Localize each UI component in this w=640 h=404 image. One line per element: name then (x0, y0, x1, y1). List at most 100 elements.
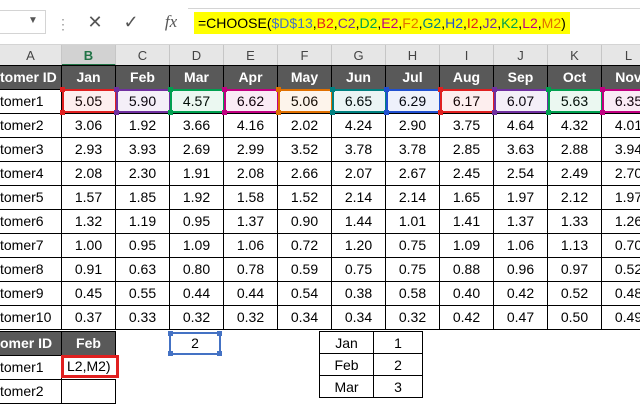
data-cell[interactable]: 1.58 (223, 185, 278, 210)
table-header-month[interactable]: Sep (493, 65, 548, 90)
data-cell[interactable]: 3.94 (601, 137, 640, 162)
month-number-cell[interactable]: 1 (373, 331, 423, 354)
data-cell[interactable]: 3.78 (331, 137, 386, 162)
data-cell[interactable]: 1.65 (439, 185, 494, 210)
data-cell[interactable]: 1.92 (169, 185, 224, 210)
data-cell[interactable]: 2.54 (493, 161, 548, 186)
data-cell[interactable]: 3.66 (169, 113, 224, 138)
data-cell[interactable]: 2.14 (385, 185, 440, 210)
table-header-month[interactable]: Mar (169, 65, 224, 90)
data-cell[interactable]: 0.44 (223, 281, 278, 306)
month-index-cell[interactable]: 2 (168, 331, 222, 356)
data-cell[interactable]: 1.01 (385, 209, 440, 234)
data-cell[interactable]: 2.85 (439, 137, 494, 162)
data-cell[interactable]: 6.35 (601, 89, 640, 114)
data-cell[interactable]: 4.32 (547, 113, 602, 138)
data-cell[interactable]: 0.32 (223, 305, 278, 330)
data-cell[interactable]: 2.99 (223, 137, 278, 162)
customer-label[interactable]: tomer4 (0, 161, 62, 186)
data-cell[interactable]: 0.80 (169, 257, 224, 282)
insert-function-button[interactable]: fx (158, 10, 184, 34)
data-cell[interactable]: 1.33 (547, 209, 602, 234)
column-header-i[interactable]: I (440, 45, 494, 66)
data-cell[interactable]: 1.00 (61, 233, 116, 258)
column-header-l[interactable]: L (602, 45, 640, 66)
column-header-f[interactable]: F (278, 45, 332, 66)
column-header-d[interactable]: D (170, 45, 224, 66)
table-header-month[interactable]: Aug (439, 65, 494, 90)
data-cell[interactable]: 0.33 (115, 305, 170, 330)
data-cell[interactable]: 1.97 (601, 185, 640, 210)
data-cell[interactable]: 0.54 (277, 281, 332, 306)
data-cell[interactable]: 0.37 (61, 305, 116, 330)
data-cell[interactable]: 2.70 (601, 161, 640, 186)
data-cell[interactable]: 0.96 (493, 257, 548, 282)
table-header-id[interactable]: tomer ID (0, 65, 62, 90)
data-cell[interactable]: 0.52 (601, 257, 640, 282)
month-name-cell[interactable]: Feb (319, 353, 374, 376)
data-cell[interactable]: 1.97 (493, 185, 548, 210)
chevron-down-icon[interactable]: ▼ (28, 15, 38, 26)
data-cell[interactable]: 0.70 (601, 233, 640, 258)
data-cell[interactable]: 6.07 (493, 89, 548, 114)
month-name-cell[interactable]: Mar (319, 375, 374, 398)
data-cell[interactable]: 2.08 (223, 161, 278, 186)
data-cell[interactable]: 0.47 (493, 305, 548, 330)
data-cell[interactable]: 3.52 (277, 137, 332, 162)
data-cell[interactable]: 2.45 (439, 161, 494, 186)
data-cell[interactable]: 1.13 (547, 233, 602, 258)
column-header-k[interactable]: K (548, 45, 602, 66)
data-cell[interactable]: 0.45 (61, 281, 116, 306)
data-cell[interactable]: 5.06 (277, 89, 332, 114)
data-cell[interactable]: 1.44 (331, 209, 386, 234)
data-cell[interactable]: 2.69 (169, 137, 224, 162)
data-cell[interactable]: 1.52 (277, 185, 332, 210)
data-cell[interactable]: 0.55 (115, 281, 170, 306)
data-cell[interactable]: 3.63 (493, 137, 548, 162)
table-header-month[interactable]: May (277, 65, 332, 90)
data-cell[interactable]: 3.78 (385, 137, 440, 162)
formula-input[interactable]: =CHOOSE($D$13,B2,C2,D2,E2,F2,G2,H2,I2,J2… (188, 8, 640, 36)
data-cell[interactable]: 1.19 (115, 209, 170, 234)
column-header-h[interactable]: H (386, 45, 440, 66)
lookup-customer-label[interactable]: tomer2 (0, 379, 62, 404)
data-cell[interactable]: 0.58 (385, 281, 440, 306)
customer-label[interactable]: tomer9 (0, 281, 62, 306)
lookup-value-cell[interactable] (61, 379, 116, 404)
data-cell[interactable]: 0.59 (277, 257, 332, 282)
sheet-grid[interactable]: tomer ID Jan Feb Mar Apr May Jun Jul Aug Sep Oct No… (0, 65, 640, 404)
customer-label[interactable]: tomer10 (0, 305, 62, 330)
data-cell[interactable]: 0.90 (277, 209, 332, 234)
customer-label[interactable]: tomer2 (0, 113, 62, 138)
data-cell[interactable]: 1.85 (115, 185, 170, 210)
data-cell[interactable]: 0.63 (115, 257, 170, 282)
data-cell[interactable]: 5.05 (61, 89, 116, 114)
customer-label[interactable]: tomer1 (0, 89, 62, 114)
month-number-cell[interactable]: 2 (373, 353, 423, 376)
data-cell[interactable]: 0.42 (439, 305, 494, 330)
data-cell[interactable]: 2.93 (61, 137, 116, 162)
data-cell[interactable]: 0.95 (115, 233, 170, 258)
data-cell[interactable]: 2.88 (547, 137, 602, 162)
table-header-month[interactable]: Jul (385, 65, 440, 90)
lookup-header[interactable]: Feb (61, 331, 116, 356)
data-cell[interactable]: 0.48 (601, 281, 640, 306)
data-cell[interactable]: 1.09 (169, 233, 224, 258)
data-cell[interactable]: 1.06 (223, 233, 278, 258)
lookup-header[interactable]: omer ID (0, 331, 62, 356)
data-cell[interactable]: 0.72 (277, 233, 332, 258)
active-edit-cell[interactable]: L2,M2) (61, 355, 119, 378)
data-cell[interactable]: 6.65 (331, 89, 386, 114)
data-cell[interactable]: 0.50 (547, 305, 602, 330)
data-cell[interactable]: 1.57 (61, 185, 116, 210)
month-number-cell[interactable]: 3 (373, 375, 423, 398)
month-name-cell[interactable]: Jan (319, 331, 374, 354)
resize-handle[interactable] (168, 351, 173, 356)
data-cell[interactable]: 0.42 (493, 281, 548, 306)
data-cell[interactable]: 0.32 (169, 305, 224, 330)
data-cell[interactable]: 6.17 (439, 89, 494, 114)
data-cell[interactable]: 2.14 (331, 185, 386, 210)
data-cell[interactable]: 0.88 (439, 257, 494, 282)
data-cell[interactable]: 3.06 (61, 113, 116, 138)
data-cell[interactable]: 0.32 (385, 305, 440, 330)
